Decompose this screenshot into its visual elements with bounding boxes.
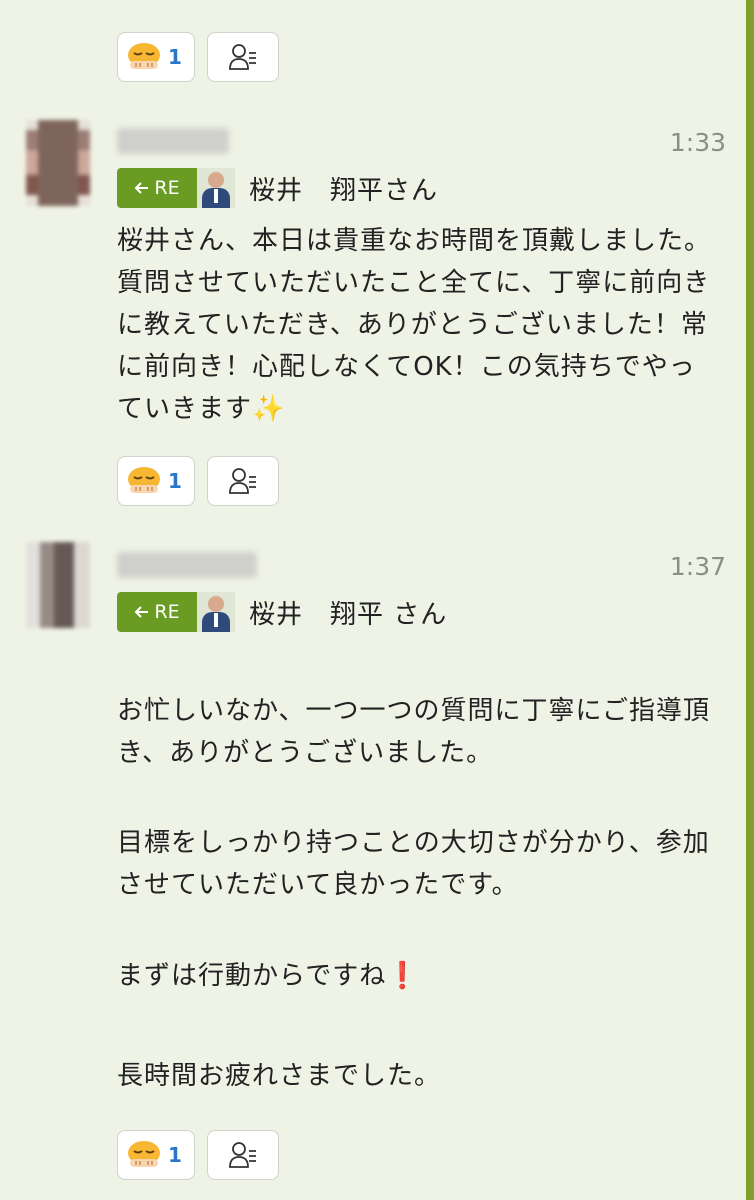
bowing-face-icon <box>128 1141 160 1167</box>
reaction-members-button[interactable] <box>207 32 279 82</box>
person-list-icon <box>229 44 256 70</box>
scroll-indicator-bar <box>746 0 754 1200</box>
reaction-members-button[interactable] <box>207 1130 279 1180</box>
reaction-button[interactable]: 1 <box>117 1130 195 1180</box>
reply-arrow-icon <box>134 606 149 618</box>
reply-reference[interactable]: RE 桜井 翔平 さん <box>117 592 447 632</box>
message-paragraph: まずは行動からですね❗️ <box>117 961 420 991</box>
reply-to-name: 桜井 翔平さん <box>249 175 439 206</box>
reaction-button[interactable]: 1 <box>117 456 195 506</box>
reaction-row: 1 <box>117 1130 279 1180</box>
reply-to-name: 桜井 翔平 さん <box>249 599 448 630</box>
message-body: 桜井さん、本日は貴重なお時間を頂戴しました。質問させていただいたこと全てに、丁寧… <box>117 226 712 424</box>
message-paragraph: 目標をしっかり持つことの大切さが分かり、参加させていただいて良かったです。 <box>117 828 710 900</box>
sender-name-redacted <box>117 128 229 154</box>
reply-avatar <box>197 592 235 632</box>
reaction-members-button[interactable] <box>207 456 279 506</box>
reaction-count: 1 <box>168 45 182 69</box>
reaction-count: 1 <box>168 1143 182 1167</box>
person-list-icon <box>229 1142 256 1168</box>
message-paragraph: 長時間お疲れさまでした。 <box>117 1061 442 1091</box>
sender-name-redacted <box>117 552 257 578</box>
message-paragraph: お忙しいなか、一つ一つの質問に丁寧にご指導頂き、ありがとうございました。 <box>117 696 710 768</box>
reply-reference[interactable]: RE 桜井 翔平さん <box>117 168 438 208</box>
message-time: 1:33 <box>669 128 726 157</box>
reaction-row: 1 <box>117 456 279 506</box>
reaction-row: 1 <box>117 32 279 82</box>
avatar[interactable] <box>26 120 90 206</box>
bowing-face-icon <box>128 467 160 493</box>
person-list-icon <box>229 468 256 494</box>
message-time: 1:37 <box>669 552 726 581</box>
bowing-face-icon <box>128 43 160 69</box>
reaction-button[interactable]: 1 <box>117 32 195 82</box>
reply-avatar <box>197 168 235 208</box>
reply-badge: RE <box>117 592 197 632</box>
reply-arrow-icon <box>134 182 149 194</box>
reaction-count: 1 <box>168 469 182 493</box>
reply-badge: RE <box>117 168 197 208</box>
chat-screen: 1 1:33 RE 桜井 翔平さん 桜井さん、本日は貴重なお時間を頂戴しました。… <box>0 0 754 1200</box>
avatar[interactable] <box>26 542 90 628</box>
